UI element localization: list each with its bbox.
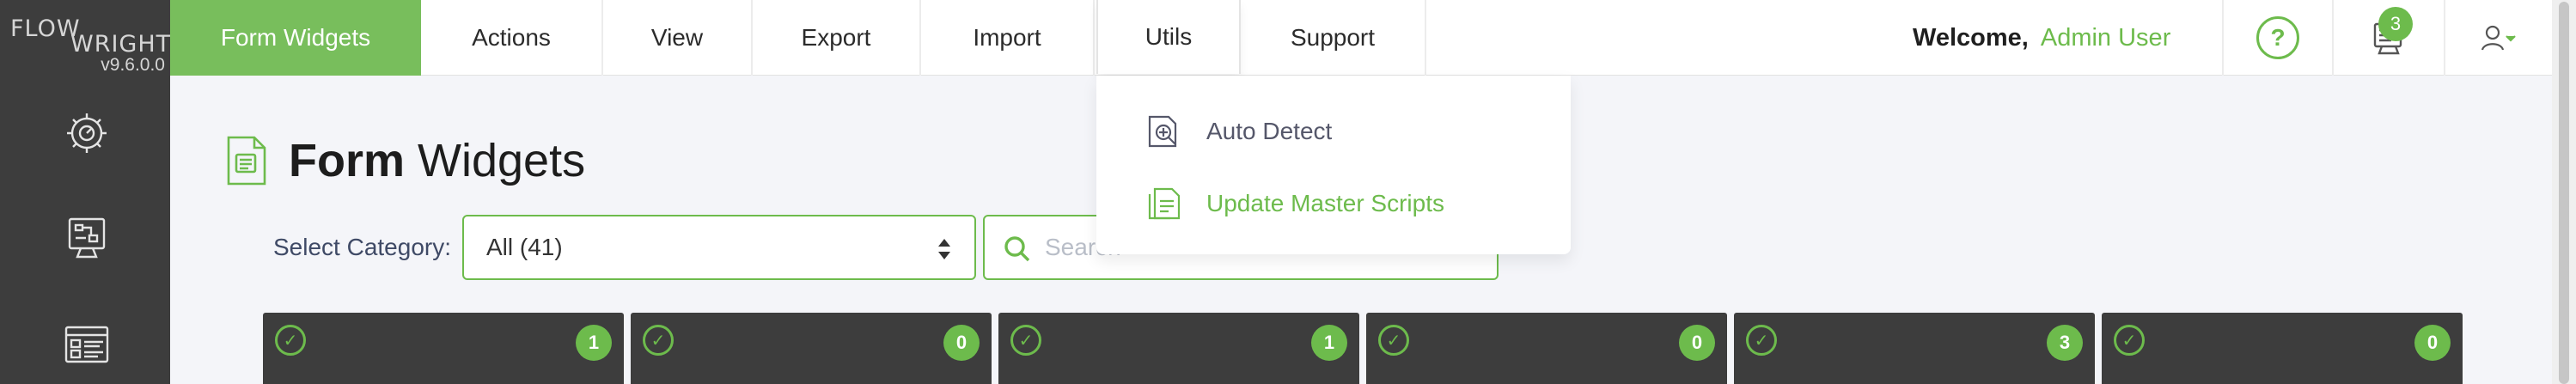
help-button[interactable]: ? xyxy=(2224,0,2332,76)
search-icon xyxy=(1004,236,1030,262)
check-circle-icon: ✓ xyxy=(643,325,674,356)
scrollbar-thumb[interactable] xyxy=(2559,2,2569,384)
widget-card[interactable]: ✓ 3 xyxy=(1734,313,2095,384)
sidebar-item-workflows[interactable] xyxy=(64,215,110,261)
welcome-text: Welcome, xyxy=(1913,23,2029,52)
widget-card[interactable]: ✓ 0 xyxy=(1366,313,1727,384)
tab-utils[interactable]: Utils xyxy=(1096,0,1241,74)
category-select-value: All (41) xyxy=(486,234,563,260)
widget-count-badge: 0 xyxy=(2414,325,2451,361)
welcome-message: Welcome, Admin User xyxy=(1913,0,2170,76)
tab-label: Form Widgets xyxy=(220,24,371,51)
check-circle-icon: ✓ xyxy=(275,325,306,356)
auto-detect-icon xyxy=(1148,115,1177,148)
tab-import[interactable]: Import xyxy=(921,0,1095,76)
sidebar: FLOW WRIGHT v9.6.0.0 xyxy=(0,0,170,384)
tab-form-widgets[interactable]: Form Widgets xyxy=(170,0,421,76)
menu-item-update-master-scripts[interactable]: Update Master Scripts xyxy=(1096,172,1571,235)
page-title: Form Widgets xyxy=(289,134,585,187)
check-circle-icon: ✓ xyxy=(1010,325,1041,356)
widget-card[interactable]: ✓ 0 xyxy=(631,313,992,384)
top-navbar: Form Widgets Actions View Export Import … xyxy=(170,0,2576,76)
app-logo[interactable]: FLOW WRIGHT v9.6.0.0 xyxy=(0,0,170,79)
page-title-rest: Widgets xyxy=(418,135,586,186)
tab-actions[interactable]: Actions xyxy=(421,0,603,76)
logo-text-wright: WRIGHT xyxy=(70,31,172,58)
sidebar-item-dashboard[interactable] xyxy=(64,110,110,156)
widget-count-badge: 0 xyxy=(1679,325,1715,361)
widget-count-badge: 1 xyxy=(576,325,612,361)
tab-label: View xyxy=(650,24,704,51)
tab-export[interactable]: Export xyxy=(753,0,921,76)
tab-view[interactable]: View xyxy=(603,0,753,76)
menu-item-label: Update Master Scripts xyxy=(1206,190,1444,216)
check-circle-icon: ✓ xyxy=(1746,325,1777,356)
tab-label: Export xyxy=(801,24,871,51)
utils-dropdown-menu: Auto Detect Update Master Scripts xyxy=(1096,76,1571,254)
widget-card[interactable]: ✓ 0 xyxy=(2102,313,2463,384)
form-layout-icon xyxy=(64,326,109,363)
tab-label: Import xyxy=(973,24,1041,51)
app-version: v9.6.0.0 xyxy=(101,55,165,75)
category-select[interactable]: All (41) xyxy=(462,215,976,280)
widget-count-badge: 0 xyxy=(943,325,980,361)
tab-label: Support xyxy=(1290,24,1376,51)
page-scrollbar[interactable] xyxy=(2552,0,2576,384)
sidebar-item-forms[interactable] xyxy=(64,323,110,369)
check-circle-icon: ✓ xyxy=(1378,325,1409,356)
tab-label: Utils xyxy=(1145,23,1193,50)
update-scripts-icon xyxy=(1148,187,1181,220)
form-widgets-icon xyxy=(225,134,268,187)
user-dropdown-icon xyxy=(2481,25,2516,51)
help-icon: ? xyxy=(2256,16,2299,59)
tab-support[interactable]: Support xyxy=(1241,0,1426,76)
notification-badge: 3 xyxy=(2378,7,2413,41)
tab-label: Actions xyxy=(472,24,551,51)
workflow-monitor-icon xyxy=(68,217,106,259)
user-name[interactable]: Admin User xyxy=(2041,24,2171,52)
widget-count-badge: 1 xyxy=(1311,325,1347,361)
menu-item-auto-detect[interactable]: Auto Detect xyxy=(1096,100,1571,163)
widget-card[interactable]: ✓ 1 xyxy=(998,313,1359,384)
category-label: Select Category: xyxy=(273,234,451,260)
menu-item-label: Auto Detect xyxy=(1206,118,1333,144)
widget-count-badge: 3 xyxy=(2047,325,2083,361)
gear-dashboard-icon xyxy=(67,113,107,153)
page-title-bold: Form xyxy=(289,135,405,186)
select-arrows-icon xyxy=(938,239,950,259)
check-circle-icon: ✓ xyxy=(2114,325,2145,356)
user-menu-button[interactable] xyxy=(2445,0,2552,76)
widget-card[interactable]: ✓ 1 xyxy=(263,313,624,384)
